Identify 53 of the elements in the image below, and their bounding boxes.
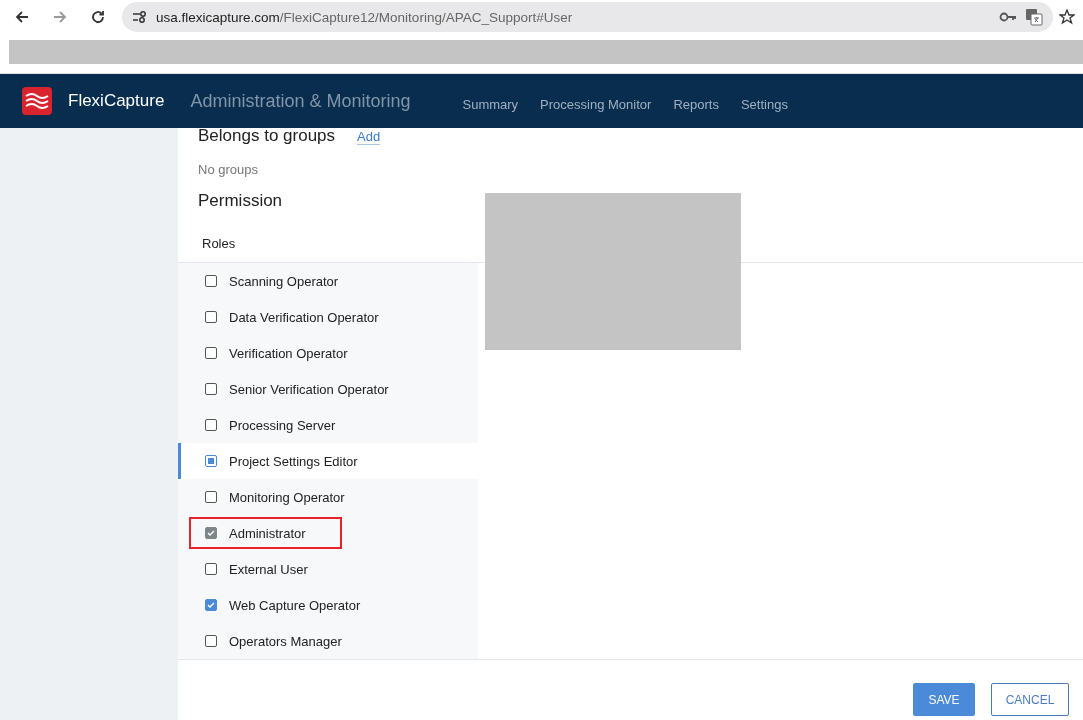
role-checkbox[interactable] <box>205 347 217 359</box>
address-bar[interactable]: usa.flexicapture.com/FlexiCapture12/Monitoring/APAC_Support#User <box>122 2 1053 32</box>
empty-groups-text: No groups <box>197 161 259 177</box>
role-row[interactable]: Monitoring Operator <box>178 479 478 515</box>
role-label: Operators Manager <box>229 633 342 649</box>
role-row[interactable]: External User <box>178 551 478 587</box>
role-checkbox[interactable] <box>205 383 217 395</box>
key-icon[interactable] <box>999 11 1017 23</box>
star-icon[interactable] <box>1059 9 1075 25</box>
site-settings-icon[interactable] <box>132 10 148 24</box>
nav-link[interactable]: Processing Monitor <box>540 96 652 112</box>
logo-icon <box>22 87 52 115</box>
role-checkbox[interactable] <box>205 491 217 503</box>
reload-icon[interactable] <box>90 9 106 25</box>
roles-header: Roles <box>202 236 236 251</box>
forward-icon[interactable] <box>52 9 68 25</box>
role-checkbox[interactable] <box>205 275 217 287</box>
role-label: External User <box>229 561 308 577</box>
cancel-button[interactable]: CANCEL <box>991 683 1069 716</box>
role-checkbox[interactable] <box>205 419 217 431</box>
role-label: Data Verification Operator <box>229 309 379 325</box>
role-label: Web Capture Operator <box>229 597 361 613</box>
add-link[interactable]: Add <box>357 129 381 145</box>
role-checkbox[interactable] <box>205 311 217 323</box>
role-label: Project Settings Editor <box>229 453 358 469</box>
nav-link[interactable]: Settings <box>740 96 788 112</box>
section-title: Administration & Monitoring <box>190 90 411 112</box>
brand-name: FlexiCapture <box>68 91 165 111</box>
role-row[interactable]: Processing Server <box>178 407 478 443</box>
translate-icon[interactable] <box>1025 8 1043 26</box>
role-label: Senior Verification Operator <box>229 381 389 397</box>
save-button[interactable]: SAVE <box>913 683 975 716</box>
back-icon[interactable] <box>14 9 30 25</box>
permission-heading: Permission <box>197 190 284 211</box>
role-checkbox[interactable] <box>205 635 217 647</box>
nav-link[interactable]: Reports <box>673 96 719 112</box>
role-row[interactable]: Verification Operator <box>178 335 478 371</box>
nav-link[interactable]: Summary <box>462 96 519 112</box>
role-row[interactable]: Operators Manager <box>178 623 478 659</box>
role-label: Verification Operator <box>229 345 348 361</box>
role-row[interactable]: Project Settings Editor <box>178 443 478 479</box>
role-checkbox[interactable] <box>205 599 217 611</box>
role-label: Scanning Operator <box>229 273 339 289</box>
role-row[interactable]: Web Capture Operator <box>178 587 478 623</box>
role-row[interactable]: Scanning Operator <box>178 263 478 299</box>
role-checkbox[interactable] <box>205 563 217 575</box>
role-label: Administrator <box>229 525 306 541</box>
role-row[interactable]: Data Verification Operator <box>178 299 478 335</box>
role-label: Monitoring Operator <box>229 489 345 505</box>
role-label: Processing Server <box>229 417 336 433</box>
role-checkbox[interactable] <box>205 455 217 467</box>
role-row[interactable]: Senior Verification Operator <box>178 371 478 407</box>
groups-heading: Belongs to groups <box>198 126 336 146</box>
